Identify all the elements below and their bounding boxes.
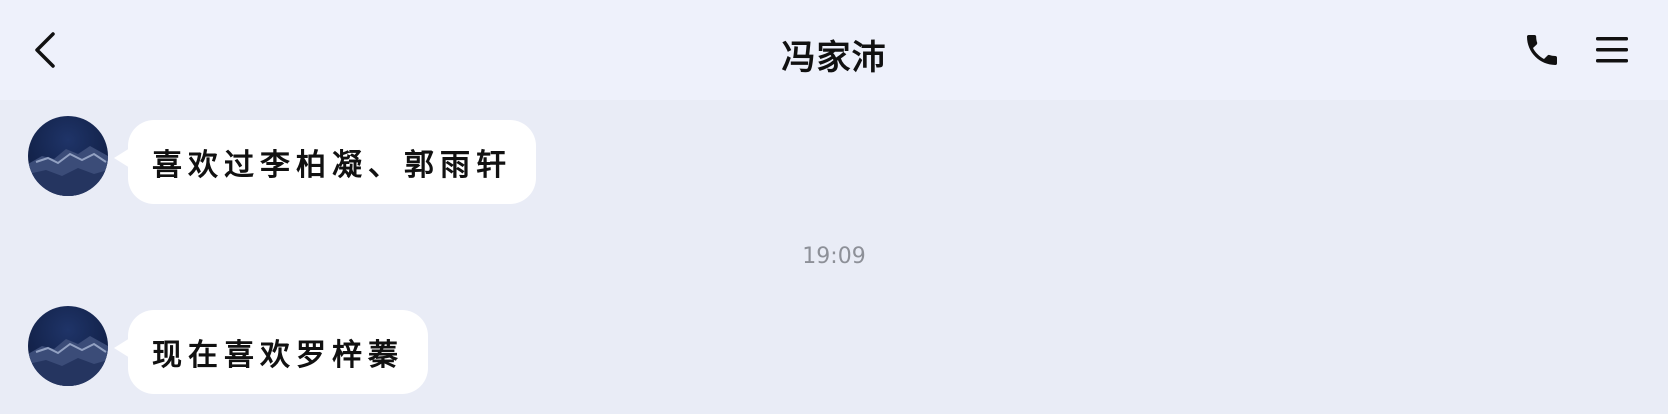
avatar-image bbox=[28, 336, 108, 386]
phone-icon bbox=[1527, 35, 1557, 65]
message-bubble[interactable]: 现在喜欢罗梓蓁 bbox=[114, 310, 428, 394]
menu-button[interactable] bbox=[1586, 24, 1638, 76]
avatar[interactable] bbox=[28, 306, 108, 386]
chat-header: 冯家沛 bbox=[0, 0, 1668, 100]
message-bubble[interactable]: 喜欢过李柏凝、郭雨轩 bbox=[114, 120, 536, 204]
call-button[interactable] bbox=[1516, 24, 1568, 76]
timestamp: 19:09 bbox=[802, 244, 866, 269]
avatar[interactable] bbox=[28, 116, 108, 196]
avatar-image bbox=[28, 146, 108, 196]
page-title: 冯家沛 bbox=[781, 38, 887, 78]
hamburger-menu-icon bbox=[1596, 37, 1628, 63]
message-text: 喜欢过李柏凝、郭雨轩 bbox=[152, 148, 512, 183]
message-text: 现在喜欢罗梓蓁 bbox=[152, 338, 404, 373]
